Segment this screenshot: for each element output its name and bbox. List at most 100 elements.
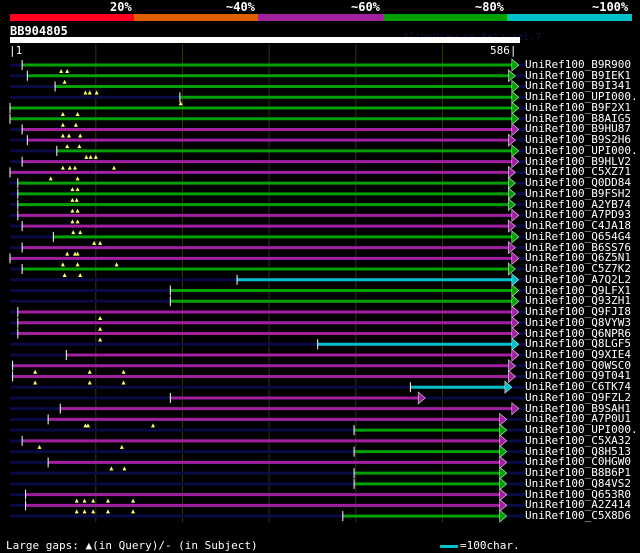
- gap-marker: [98, 337, 103, 342]
- gap-marker: [112, 165, 116, 170]
- hit-end-arrow: [511, 58, 520, 72]
- gap-marker: [91, 509, 96, 514]
- scale-legend: =100char.: [440, 539, 520, 552]
- hit-end-arrow: [511, 230, 520, 244]
- gap-marker: [60, 133, 65, 138]
- gap-marker: [60, 262, 65, 267]
- gap-legend: Large gaps: ▲(in Query)/- (in Subject): [6, 539, 258, 552]
- gap-marker: [75, 262, 80, 267]
- hit-end-arrow: [499, 498, 508, 512]
- gap-marker: [105, 498, 110, 503]
- hit-end-arrow: [508, 219, 516, 233]
- hit-end-arrow: [508, 369, 516, 384]
- gap-marker: [78, 230, 83, 235]
- gap-marker: [62, 79, 67, 84]
- gap-marker: [88, 154, 93, 159]
- gap-marker: [83, 90, 88, 95]
- hit-end-arrow: [504, 380, 513, 394]
- gap-marker: [60, 122, 65, 127]
- gap-marker: [87, 369, 92, 374]
- gap-marker: [60, 111, 65, 116]
- gap-marker: [78, 273, 83, 278]
- gap-marker: [75, 219, 80, 224]
- hit-end-arrow: [511, 316, 520, 330]
- hit-end-arrow: [511, 101, 520, 115]
- gap-marker: [87, 380, 92, 385]
- hit-end-arrow: [511, 273, 520, 287]
- gap-marker: [82, 509, 87, 514]
- gap-marker: [71, 230, 76, 235]
- gap-marker: [73, 165, 77, 170]
- gap-marker: [75, 187, 80, 192]
- hit-end-arrow: [511, 90, 520, 104]
- gap-marker: [33, 369, 38, 374]
- hit-end-arrow: [508, 165, 516, 180]
- gap-marker: [93, 154, 98, 159]
- hit-end-arrow: [499, 423, 508, 437]
- hit-end-arrow: [511, 155, 520, 169]
- hit-end-arrow: [499, 444, 508, 459]
- gap-marker: [91, 498, 96, 503]
- gap-marker: [86, 423, 90, 428]
- gap-marker: [94, 90, 99, 95]
- hit-end-arrow: [508, 133, 516, 147]
- gap-marker: [74, 197, 79, 202]
- gap-marker: [59, 69, 64, 73]
- gap-marker: [121, 380, 126, 385]
- gap-marker: [62, 273, 67, 278]
- gap-marker: [67, 165, 72, 170]
- hit-end-arrow: [511, 337, 520, 351]
- hit-end-arrow: [508, 187, 516, 201]
- gap-marker: [98, 326, 103, 331]
- hit-end-arrow: [511, 294, 520, 308]
- hit-end-arrow: [508, 262, 516, 276]
- hit-end-arrow: [499, 434, 508, 448]
- gap-marker: [114, 262, 119, 267]
- hit-end-arrow: [511, 112, 520, 126]
- hit-end-arrow: [511, 79, 520, 94]
- gap-marker: [105, 509, 110, 514]
- hit-end-arrow: [511, 122, 520, 137]
- hit-end-arrow: [511, 402, 520, 416]
- gap-marker: [84, 154, 89, 159]
- gap-marker: [65, 144, 70, 149]
- gap-marker: [98, 240, 103, 245]
- gap-marker: [98, 316, 103, 321]
- gap-marker: [70, 197, 75, 202]
- hit-end-arrow: [511, 283, 520, 298]
- hit-end-arrow: [508, 197, 516, 212]
- scale-bar: [440, 544, 458, 548]
- gap-marker: [60, 165, 65, 170]
- gap-marker: [121, 369, 126, 374]
- gap-marker: [82, 498, 87, 503]
- hit-end-arrow: [511, 305, 520, 319]
- hit-end-arrow: [499, 509, 508, 523]
- hit-end-arrow: [508, 359, 516, 373]
- hit-label[interactable]: UniRef100_C5X8D6: [525, 510, 631, 521]
- gap-marker: [37, 444, 42, 449]
- gap-marker: [87, 90, 92, 95]
- gap-marker: [33, 380, 38, 385]
- hit-end-arrow: [508, 176, 516, 190]
- hit-end-arrow: [499, 455, 508, 470]
- gap-marker: [48, 176, 53, 181]
- gap-marker: [109, 466, 114, 471]
- hit-end-arrow: [511, 251, 520, 265]
- hit-end-arrow: [511, 144, 520, 158]
- hit-end-arrow: [508, 69, 516, 83]
- gap-marker: [70, 208, 75, 213]
- hit-end-arrow: [499, 412, 508, 427]
- gap-marker: [77, 144, 82, 149]
- gap-marker: [131, 498, 136, 503]
- gap-marker: [122, 466, 127, 471]
- hit-end-arrow: [511, 208, 520, 223]
- gap-marker: [70, 219, 75, 224]
- hit-end-arrow: [511, 348, 520, 362]
- scale-text: =100char.: [460, 539, 520, 552]
- gap-marker: [75, 208, 80, 213]
- hit-end-arrow: [508, 240, 516, 255]
- gap-marker: [70, 187, 75, 192]
- gap-marker: [75, 176, 80, 181]
- gap-marker: [151, 423, 155, 428]
- gap-marker: [75, 111, 80, 116]
